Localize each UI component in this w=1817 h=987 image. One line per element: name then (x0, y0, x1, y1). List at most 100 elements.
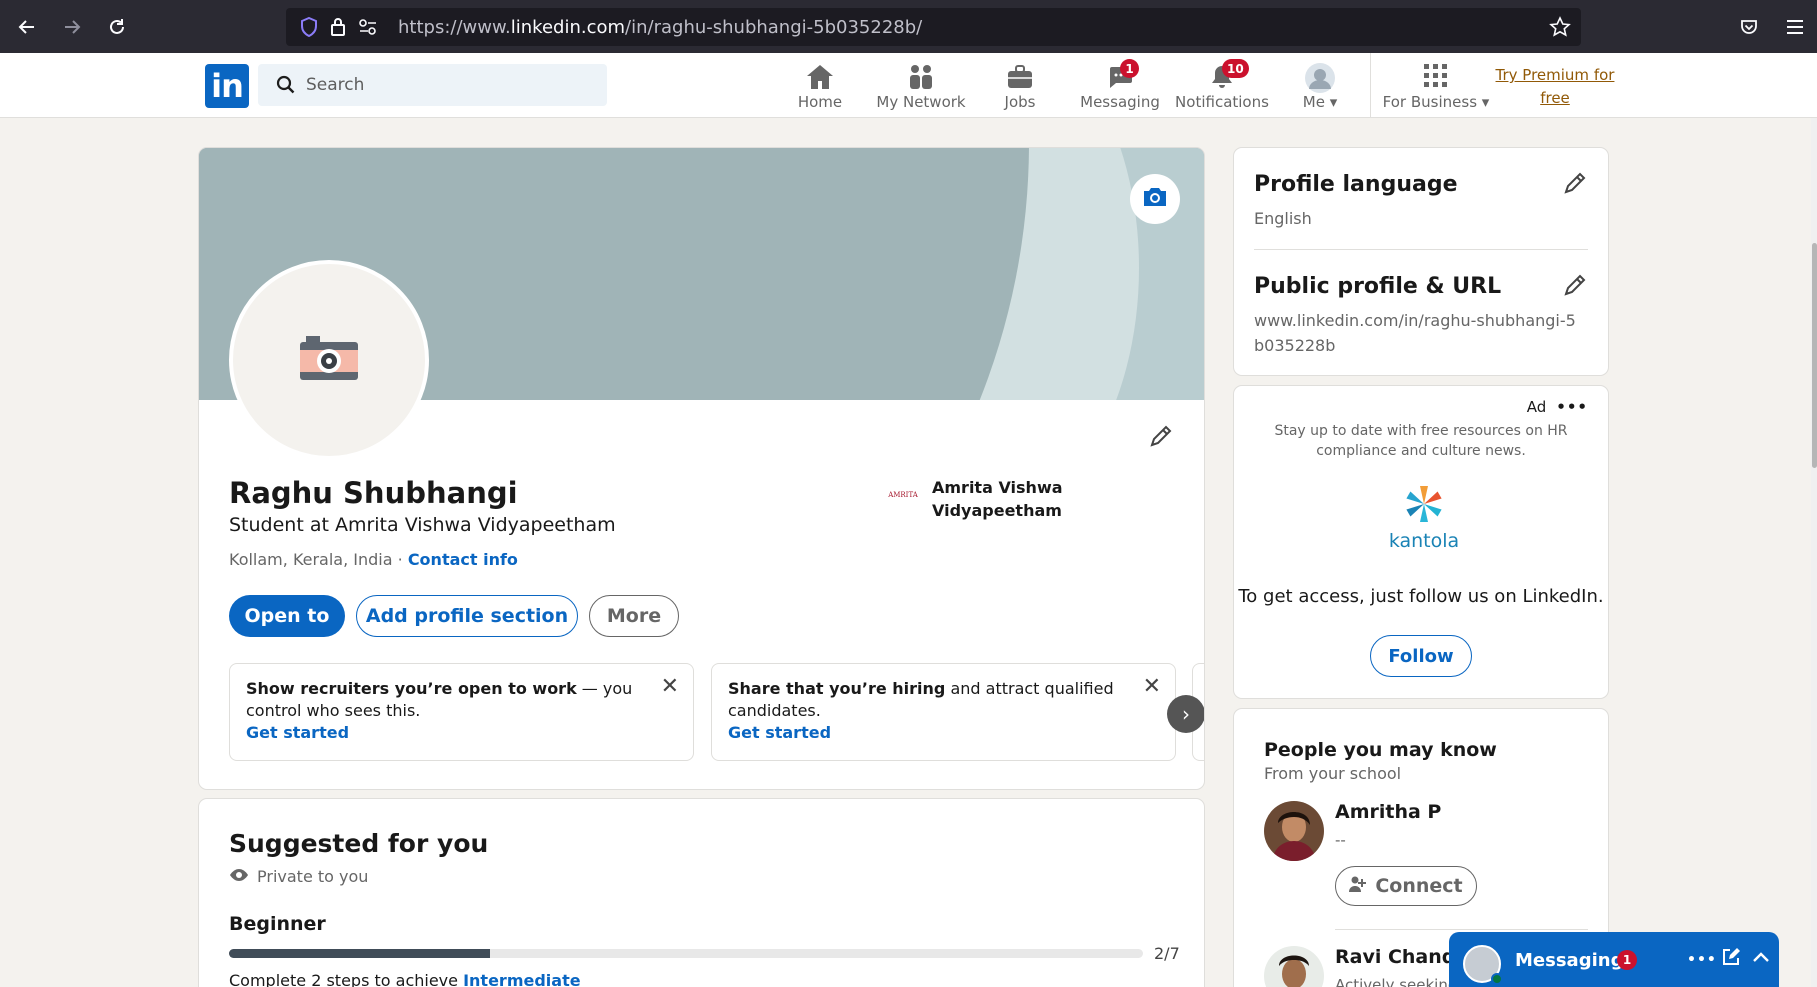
messaging-overlay-title[interactable]: Messaging (1515, 950, 1623, 971)
online-status-dot (1491, 973, 1503, 985)
profile-card: Raghu Shubhangi Student at Amrita Vishwa… (198, 147, 1205, 790)
nav-me[interactable]: Me ▾ (1290, 57, 1350, 115)
nav-messaging[interactable]: 1 Messaging (1080, 57, 1160, 115)
pocket-icon[interactable] (1732, 10, 1766, 44)
profile-language-title: Profile language (1254, 172, 1458, 197)
contact-info-link[interactable]: Contact info (408, 550, 518, 569)
more-options-icon[interactable]: ••• (1556, 398, 1588, 416)
follow-button[interactable]: Follow (1370, 635, 1472, 677)
chevron-right-icon: › (1182, 702, 1190, 726)
open-to-work-prompt: ✕ Show recruiters you’re open to work — … (229, 663, 694, 761)
kantola-logo[interactable]: kantola (1384, 482, 1464, 552)
person-description: -- (1335, 831, 1346, 849)
add-person-icon (1349, 875, 1367, 898)
school-logo: AMRITA (888, 491, 918, 499)
menu-icon[interactable] (1778, 10, 1812, 44)
profile-location: Kollam, Kerala, India · Contact info (229, 550, 518, 569)
nav-for-business[interactable]: For Business ▾ (1380, 57, 1492, 115)
page-scrollbar[interactable] (1811, 118, 1817, 987)
hiring-prompt: ✕ Share that you’re hiring and attract q… (711, 663, 1176, 761)
suggested-card: Suggested for you Private to you Beginne… (198, 798, 1205, 987)
camera-icon (1141, 185, 1169, 213)
ad-cta: To get access, just follow us on LinkedI… (1238, 586, 1604, 607)
messaging-overlay[interactable]: Messaging 1 ••• (1449, 932, 1779, 987)
url-text[interactable]: https://www.linkedin.com/in/raghu-shubha… (398, 17, 922, 38)
try-premium-link[interactable]: Try Premium for free (1490, 64, 1620, 110)
profile-headline: Student at Amrita Vishwa Vidyapeetham (229, 514, 616, 536)
get-started-link[interactable]: Get started (246, 722, 677, 744)
forward-icon[interactable] (55, 10, 89, 44)
avatar (1305, 63, 1335, 97)
education-highlight[interactable]: AMRITA Amrita Vishwa Vidyapeetham (882, 476, 1072, 522)
search-input[interactable]: Search (306, 75, 364, 95)
reload-icon[interactable] (100, 10, 134, 44)
school-name: Amrita Vishwa Vidyapeetham (932, 478, 1063, 520)
caret-down-icon: ▾ (1481, 93, 1490, 111)
get-started-link[interactable]: Get started (728, 722, 1159, 744)
browser-toolbar: https://www.linkedin.com/in/raghu-shubha… (0, 0, 1817, 53)
edit-intro-button[interactable] (1148, 423, 1174, 453)
permissions-icon[interactable] (358, 18, 378, 40)
nav-notifications[interactable]: 10 Notifications (1173, 57, 1271, 115)
profile-name: Raghu Shubhangi (229, 476, 518, 510)
edit-url-button[interactable] (1562, 272, 1588, 302)
suggested-title: Suggested for you (229, 829, 489, 858)
person-description: Actively seeking (1335, 976, 1458, 987)
messaging-badge: 1 (1120, 59, 1139, 78)
close-icon[interactable]: ✕ (661, 676, 679, 698)
compose-icon[interactable] (1721, 947, 1741, 972)
person-avatar[interactable] (1264, 801, 1324, 861)
public-profile-url: www.linkedin.com/in/raghu-shubhangi-5b03… (1254, 311, 1576, 355)
back-icon[interactable] (10, 10, 44, 44)
connect-button[interactable]: Connect (1335, 866, 1477, 906)
carousel-next-button[interactable]: › (1167, 695, 1204, 733)
pencil-icon (1562, 172, 1588, 200)
network-icon (907, 63, 935, 95)
profile-language-value: English (1254, 209, 1312, 228)
progress-bar (229, 949, 1143, 958)
progress-footer: Complete 2 steps to achieve Intermediate (229, 971, 581, 987)
person-name[interactable]: Amritha P (1335, 801, 1441, 823)
address-bar[interactable]: https://www.linkedin.com/in/raghu-shubha… (286, 8, 1581, 46)
edit-cover-button[interactable] (1130, 174, 1180, 224)
shield-icon[interactable] (300, 16, 318, 41)
eye-icon (229, 867, 249, 886)
briefcase-icon (1006, 63, 1034, 95)
linkedin-header: in Search Home My Network Jobs 1 Messagi… (0, 53, 1817, 118)
search-box[interactable]: Search (258, 64, 607, 106)
open-to-button[interactable]: Open to (229, 595, 345, 637)
grid-icon (1423, 63, 1449, 93)
ad-label: Ad (1526, 398, 1547, 416)
level-label: Beginner (229, 913, 326, 935)
pencil-icon (1148, 425, 1174, 453)
ad-text: Stay up to date with free resources on H… (1274, 423, 1568, 459)
nav-my-network[interactable]: My Network (872, 57, 970, 115)
intermediate-link[interactable]: Intermediate (463, 971, 581, 987)
nav-jobs[interactable]: Jobs (990, 57, 1050, 115)
person-avatar[interactable] (1264, 946, 1324, 987)
private-note: Private to you (257, 867, 369, 886)
add-profile-section-button[interactable]: Add profile section (356, 595, 578, 637)
search-icon (276, 75, 296, 99)
more-button[interactable]: More (589, 595, 679, 637)
progress-fill (229, 949, 491, 958)
linkedin-logo[interactable]: in (205, 64, 249, 108)
edit-language-button[interactable] (1562, 170, 1588, 200)
more-options-icon[interactable]: ••• (1687, 952, 1717, 968)
messaging-overlay-badge: 1 (1617, 950, 1637, 970)
notifications-badge: 10 (1222, 59, 1249, 78)
lock-icon[interactable] (330, 16, 346, 40)
ad-card: Ad ••• Stay up to date with free resourc… (1233, 385, 1609, 699)
bookmark-star-icon[interactable] (1549, 16, 1571, 42)
pymk-subtitle: From your school (1264, 764, 1402, 783)
profile-photo[interactable] (229, 260, 429, 460)
progress-text: 2/7 (1154, 944, 1180, 963)
profile-settings-card: Profile language English Public profile … (1233, 147, 1609, 376)
pymk-title: People you may know (1264, 739, 1497, 761)
scrollbar-thumb[interactable] (1812, 243, 1817, 468)
close-icon[interactable]: ✕ (1143, 676, 1161, 698)
nav-home[interactable]: Home (790, 57, 850, 115)
camera-icon (298, 332, 360, 388)
home-icon (805, 63, 835, 95)
chevron-up-icon[interactable] (1751, 947, 1771, 972)
